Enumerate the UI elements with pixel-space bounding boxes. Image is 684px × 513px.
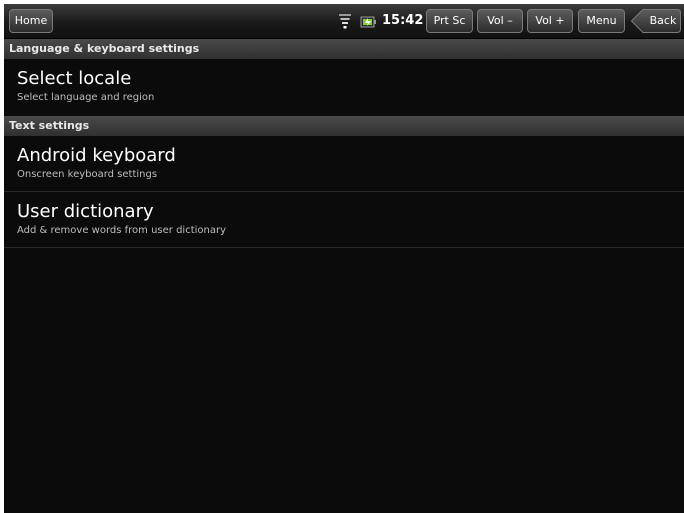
item-summary: Onscreen keyboard settings [17,169,158,180]
volume-down-button[interactable]: Vol – [477,9,523,33]
section-header-language-keyboard: Language & keyboard settings [4,39,684,59]
section-header-text-settings: Text settings [4,116,684,136]
system-bar: Home 15:42 Prt Sc Vol – Vol + Menu Back [4,4,684,39]
back-button-label: Back [649,14,677,27]
item-summary: Select language and region [17,92,155,103]
back-button[interactable]: Back [631,9,681,33]
item-summary: Add & remove words from user dictionary [17,225,227,236]
clock: 15:42 [382,13,424,28]
battery-icon [360,14,376,28]
item-title: Select locale [17,68,132,89]
list-item-select-locale[interactable]: Select locale Select language and region [4,59,684,116]
volume-up-button[interactable]: Vol + [527,9,573,33]
menu-button[interactable]: Menu [578,9,625,33]
settings-screen: Home 15:42 Prt Sc Vol – Vol + Menu Back … [4,4,684,513]
item-title: Android keyboard [17,145,176,166]
wifi-icon [338,13,352,29]
home-button[interactable]: Home [9,9,53,33]
item-title: User dictionary [17,201,154,222]
list-item-android-keyboard[interactable]: Android keyboard Onscreen keyboard setti… [4,136,684,192]
print-screen-button[interactable]: Prt Sc [426,9,473,33]
list-item-user-dictionary[interactable]: User dictionary Add & remove words from … [4,192,684,248]
